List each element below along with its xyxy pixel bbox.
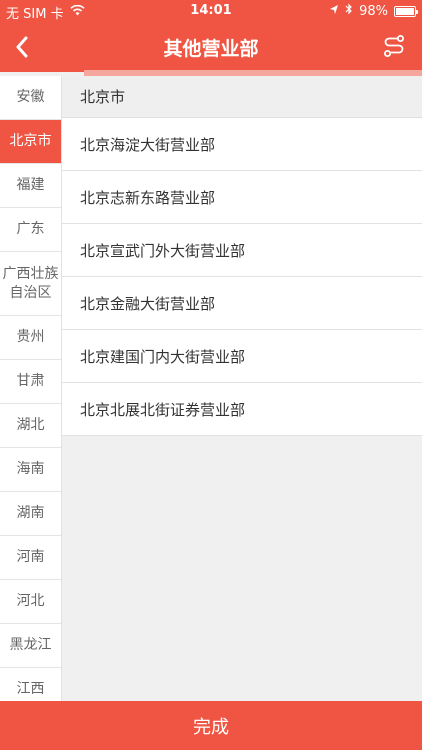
page-title: 其他营业部 [163, 37, 259, 60]
sidebar-item-guizhou[interactable]: 贵州 [0, 316, 61, 360]
battery-percent: 98% [359, 3, 388, 19]
section-header: 北京市 [62, 76, 422, 118]
battery-icon [394, 5, 418, 17]
list-item[interactable]: 北京志新东路营业部 [62, 171, 422, 224]
list-item[interactable]: 北京海淀大街营业部 [62, 118, 422, 171]
list-item[interactable]: 北京宣武门外大街营业部 [62, 224, 422, 277]
sidebar-item-hunan[interactable]: 湖南 [0, 492, 61, 536]
list-item[interactable]: 北京建国门内大街营业部 [62, 330, 422, 383]
sidebar-item-gansu[interactable]: 甘肃 [0, 360, 61, 404]
sidebar-item-hebei[interactable]: 河北 [0, 580, 61, 624]
sidebar-item-hainan[interactable]: 海南 [0, 448, 61, 492]
branch-list: 北京海淀大街营业部 北京志新东路营业部 北京宣武门外大街营业部 北京金融大街营业… [62, 118, 422, 436]
sidebar-item-guangxi[interactable]: 广西壮族自治区 [0, 252, 61, 316]
location-arrow-icon [329, 4, 339, 19]
list-item[interactable]: 北京金融大街营业部 [62, 277, 422, 330]
sidebar-item-anhui[interactable]: 安徽 [0, 76, 61, 120]
app-header: 无 SIM 卡 14:01 98% 其他营业部 [0, 0, 422, 72]
sidebar-item-henan[interactable]: 河南 [0, 536, 61, 580]
sidebar-item-heilongjiang[interactable]: 黑龙江 [0, 624, 61, 668]
sidebar-item-jiangxi[interactable]: 江西 [0, 668, 61, 701]
status-bar: 无 SIM 卡 14:01 98% [0, 0, 422, 22]
sidebar-item-hubei[interactable]: 湖北 [0, 404, 61, 448]
status-right: 98% [329, 3, 418, 19]
sidebar-item-fujian[interactable]: 福建 [0, 164, 61, 208]
chevron-left-icon [16, 36, 28, 58]
route-map-button[interactable] [376, 28, 412, 64]
back-button[interactable] [2, 22, 42, 72]
province-sidebar: 安徽 北京市 福建 广东 广西壮族自治区 贵州 甘肃 湖北 海南 湖南 河南 河… [0, 76, 62, 701]
sidebar-item-guangdong[interactable]: 广东 [0, 208, 61, 252]
bluetooth-icon [345, 3, 353, 19]
route-icon [384, 35, 404, 57]
branch-content: 北京市 北京海淀大街营业部 北京志新东路营业部 北京宣武门外大街营业部 北京金融… [62, 76, 422, 701]
list-item[interactable]: 北京北展北街证券营业部 [62, 383, 422, 436]
nav-bar: 其他营业部 [0, 22, 422, 72]
sidebar-item-beijing[interactable]: 北京市 [0, 120, 61, 164]
done-button[interactable]: 完成 [0, 701, 422, 750]
